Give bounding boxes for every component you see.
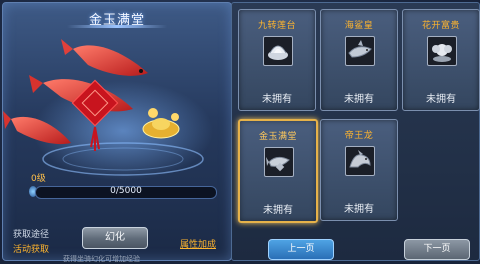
mount-card-status: 未拥有 (262, 94, 292, 105)
mount-card-diwanglong[interactable]: 帝王龙 未拥有 (320, 119, 398, 221)
mount-card-name: 九转莲台 (257, 21, 296, 31)
mount-card-status: 未拥有 (426, 94, 456, 105)
mount-card-name: 花开富贵 (421, 21, 460, 31)
flower-mount-icon (427, 36, 457, 66)
previous-page-button[interactable]: 上一页 (268, 239, 334, 260)
mount-card-status: 未拥有 (344, 94, 374, 105)
obtain-method-label: 获取途径 (13, 230, 50, 240)
mount-card-name: 金玉满堂 (258, 132, 297, 142)
title-ornament (67, 25, 167, 28)
mount-card-jiuzhuanliantai[interactable]: 九转莲台 未拥有 (238, 9, 316, 111)
exp-progress-bar: 0/5000 (35, 186, 217, 199)
exp-progress-text: 0/5000 (110, 186, 142, 196)
transform-button[interactable]: 幻化 (82, 227, 148, 249)
mount-preview-panel: 金玉满堂 0级 0/5000 获取途径 活动获取 幻化 属性加成 获得坐骑幻化可… (2, 2, 232, 263)
koi-mount-icon (264, 147, 294, 177)
mount-window: 金玉满堂 0级 0/5000 获取途径 活动获取 幻化 属性加成 获得坐骑幻化可… (0, 0, 480, 263)
experience-hint-text: 获得坐骑幻化可增加经验 (63, 255, 140, 263)
mount-level: 0级 (31, 174, 46, 184)
mount-list-panel: 九转莲台 未拥有 海鲨皇 未拥有 花开富贵 未拥有 金玉满堂 未拥有 帝王龙 未… (231, 2, 480, 261)
next-page-button[interactable]: 下一页 (404, 239, 470, 260)
obtain-method-link[interactable]: 活动获取 (13, 242, 49, 255)
mount-card-status: 未拥有 (344, 204, 374, 215)
mount-card-name: 海鲨皇 (344, 21, 374, 31)
koi-mount-artwork (3, 39, 213, 181)
mount-card-jinyumantang[interactable]: 金玉满堂 未拥有 (238, 119, 318, 223)
mount-card-haishahuang[interactable]: 海鲨皇 未拥有 (320, 9, 398, 111)
shark-mount-icon (345, 36, 375, 66)
mount-card-status: 未拥有 (263, 205, 293, 216)
mount-card-name: 帝王龙 (344, 131, 374, 141)
mount-card-huakaifugui[interactable]: 花开富贵 未拥有 (402, 9, 480, 111)
lotus-mount-icon (263, 36, 293, 66)
dragon-mount-icon (345, 146, 375, 176)
attribute-bonus-link[interactable]: 属性加成 (180, 237, 216, 250)
